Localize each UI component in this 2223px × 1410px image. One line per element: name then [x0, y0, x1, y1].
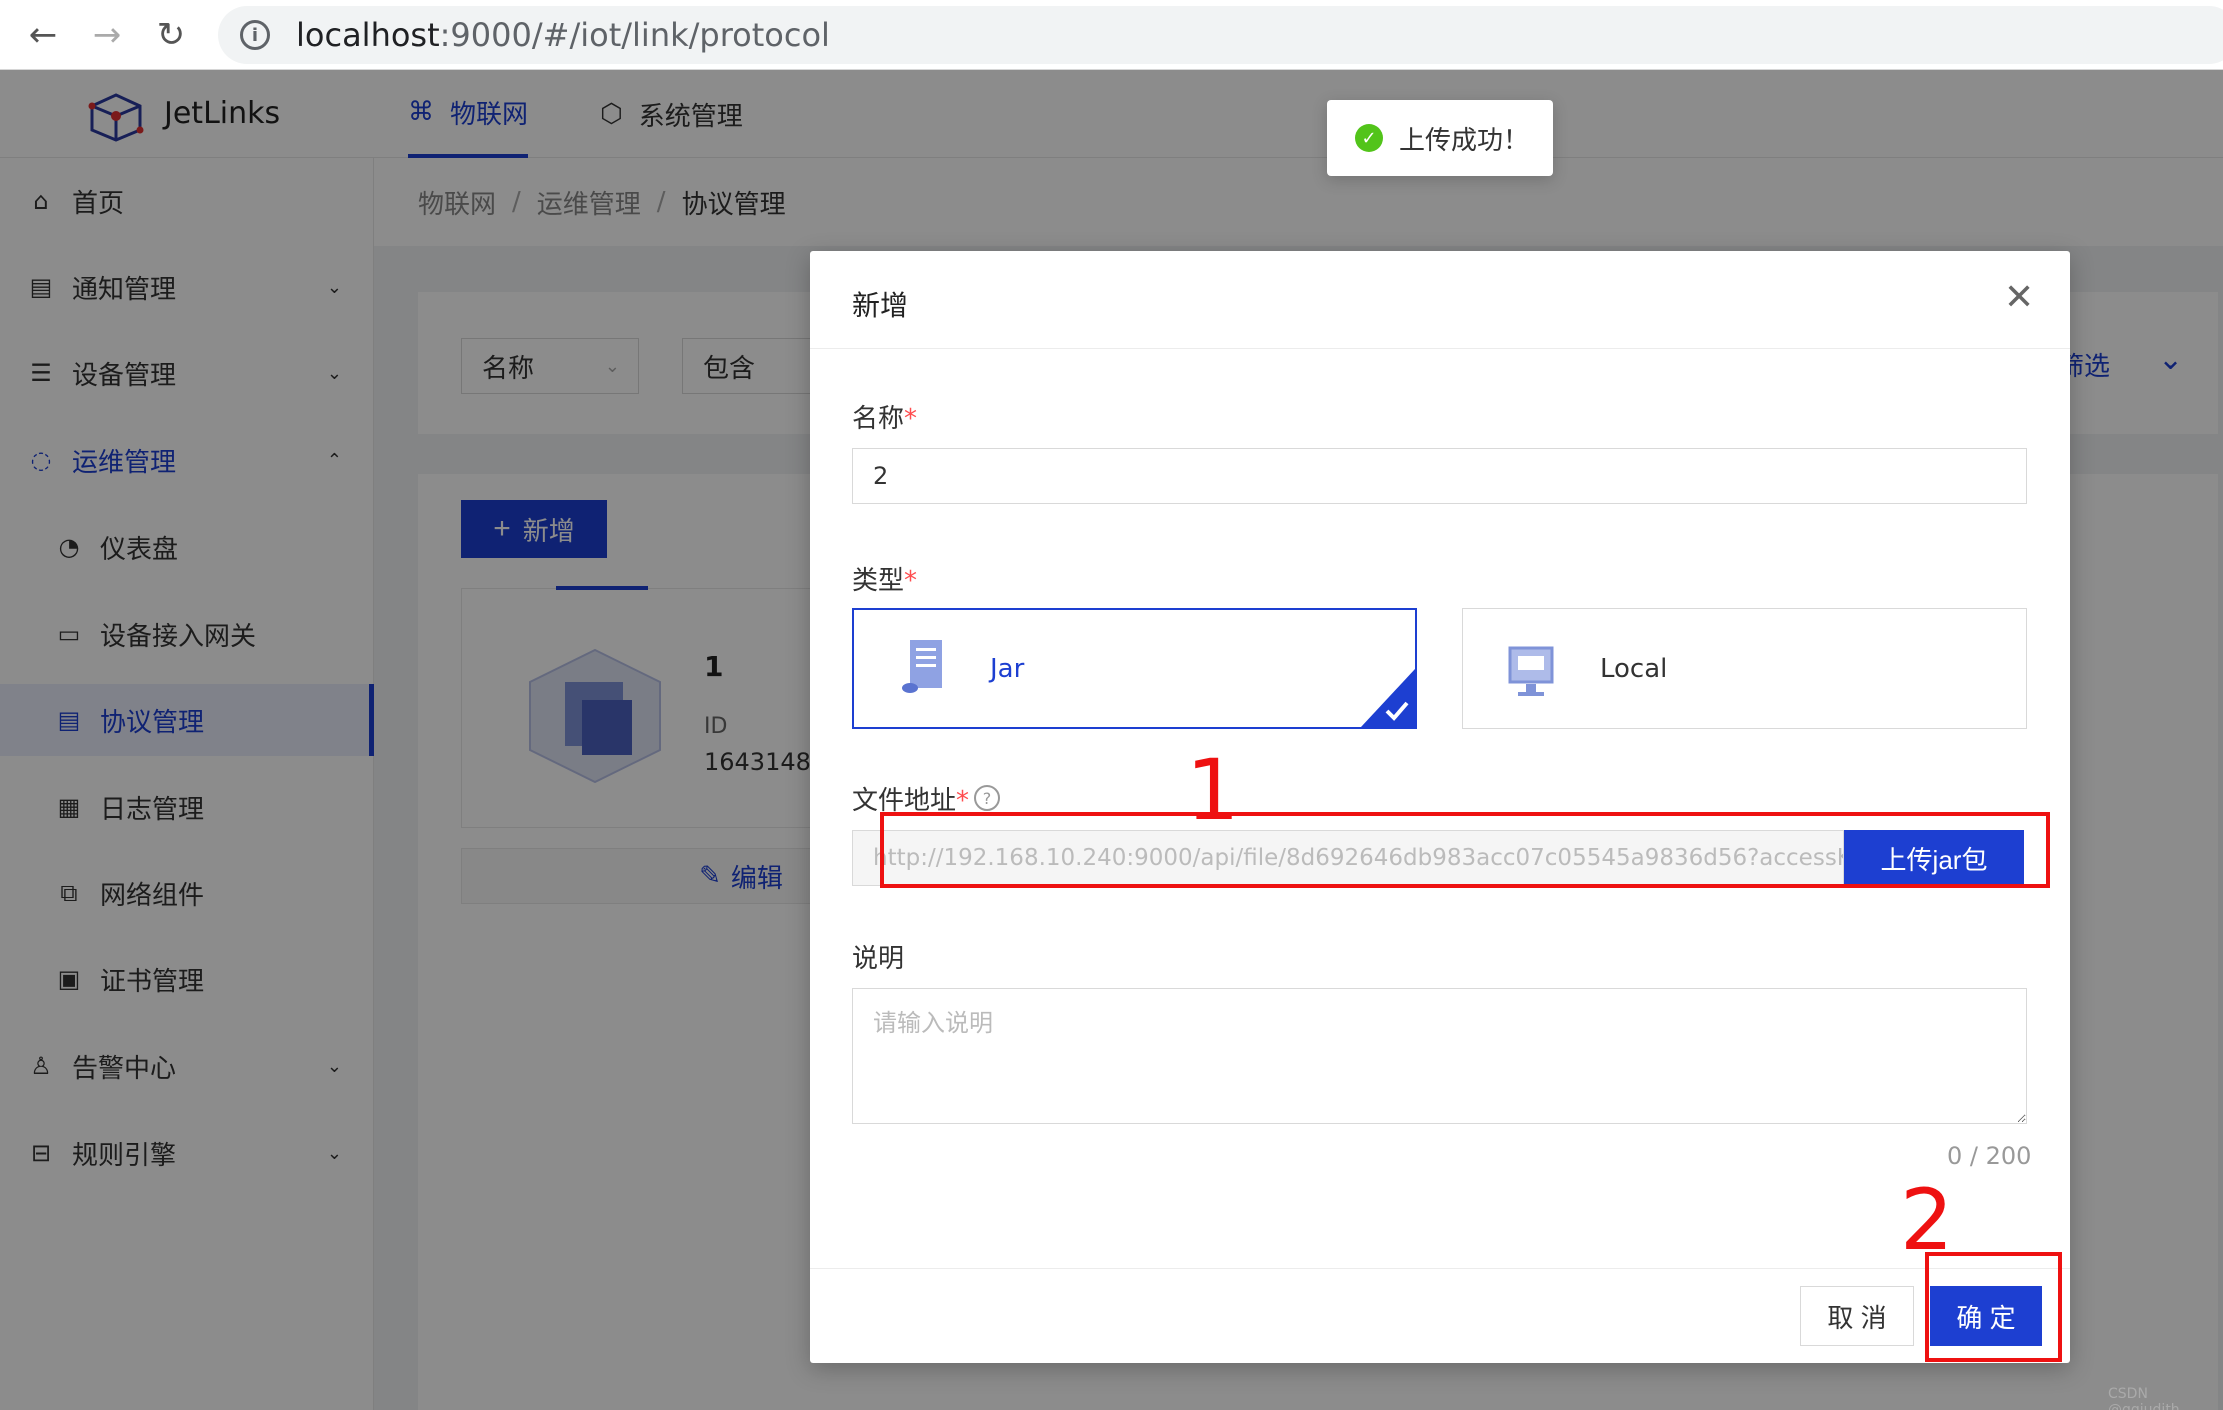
name-label: 名称*: [852, 404, 918, 434]
description-label: 说明: [852, 944, 905, 974]
add-protocol-modal: [810, 251, 2070, 1363]
cancel-button[interactable]: 取 消: [1800, 1286, 1914, 1346]
url-text: localhost:9000/#/iot/link/protocol: [296, 16, 830, 54]
description-textarea[interactable]: [852, 988, 2027, 1124]
help-icon[interactable]: ?: [974, 785, 1000, 811]
address-bar[interactable]: i localhost:9000/#/iot/link/protocol: [218, 6, 2223, 64]
name-input[interactable]: [852, 448, 2027, 504]
site-info-icon[interactable]: i: [240, 20, 270, 50]
annotation-number-2: 2: [1900, 1171, 1954, 1269]
success-toast: ✓ 上传成功！: [1327, 100, 1553, 176]
check-circle-icon: ✓: [1355, 124, 1383, 152]
reload-icon[interactable]: ↻: [144, 8, 198, 62]
back-icon[interactable]: ←: [16, 8, 70, 62]
type-option-jar-label: Jar: [990, 654, 1025, 684]
modal-title: 新增: [852, 289, 909, 322]
watermark: CSDN @qqjudith: [2108, 1386, 2180, 1410]
type-option-local-label: Local: [1600, 654, 1668, 684]
description-char-count: 0 / 200: [1947, 1142, 2032, 1170]
type-label: 类型*: [852, 566, 918, 596]
modal-header-divider: [810, 348, 2070, 349]
modal-footer-divider: [810, 1268, 2070, 1269]
annotation-number-1: 1: [1186, 741, 1240, 839]
toast-text: 上传成功！: [1399, 125, 1530, 156]
annotation-box-upload: [880, 812, 2050, 888]
local-monitor-icon: [1508, 646, 1554, 696]
selected-check-icon: [1361, 669, 1415, 727]
close-icon[interactable]: ✕: [2004, 280, 2034, 316]
forward-icon[interactable]: →: [80, 8, 134, 62]
jar-file-icon: [902, 640, 942, 693]
